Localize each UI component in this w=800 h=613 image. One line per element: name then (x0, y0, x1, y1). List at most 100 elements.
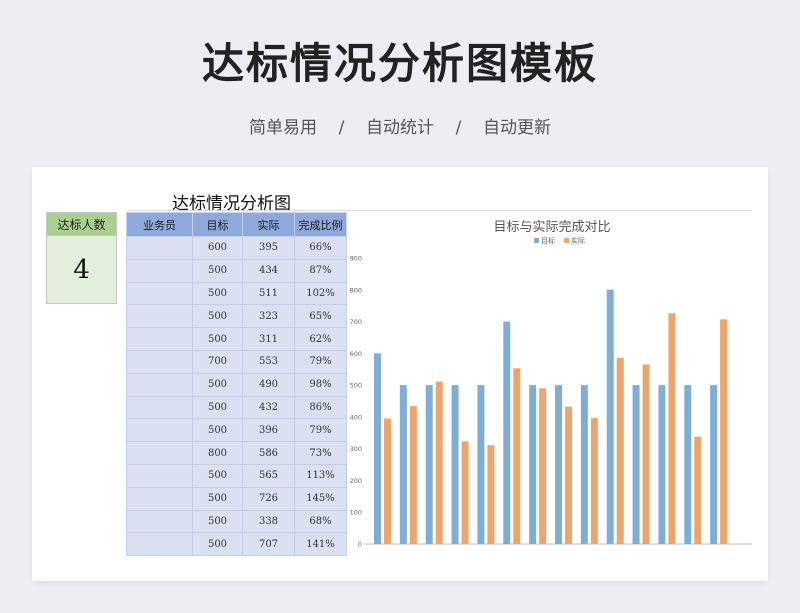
subtitle-item-1: 简单易用 (249, 118, 318, 138)
cell-actual[interactable]: 553 (242, 349, 295, 374)
cell-target[interactable]: 600 (192, 236, 243, 260)
y-tick-label: 200 (350, 477, 362, 485)
cell-actual[interactable]: 434 (242, 258, 295, 283)
cell-completion-ratio[interactable]: 145% (294, 486, 347, 511)
cell-completion-ratio[interactable]: 73% (294, 441, 347, 465)
cell-actual[interactable]: 565 (242, 463, 295, 488)
bar-actual (384, 418, 391, 544)
cell-actual[interactable]: 396 (242, 418, 295, 443)
cell-completion-ratio[interactable]: 68% (294, 509, 347, 534)
legend-label-1: 实际 (571, 236, 585, 245)
cell-target[interactable]: 500 (192, 418, 243, 443)
bar-target (632, 385, 640, 544)
qualified-count-label: 达标人数 (46, 212, 117, 236)
cell-actual[interactable]: 726 (242, 486, 295, 511)
cell-target[interactable]: 500 (192, 509, 243, 534)
cell-completion-ratio[interactable]: 102% (294, 281, 347, 306)
cell-salesperson[interactable] (126, 349, 193, 374)
cell-salesperson[interactable] (126, 372, 193, 397)
bar-actual (487, 445, 495, 544)
cell-salesperson[interactable] (126, 281, 193, 306)
data-table: 业务员 目标 实际 完成比例 600 395 66% 500 434 87% 500 511 1… (126, 212, 347, 557)
y-tick-label: 800 (350, 286, 362, 294)
y-tick-label: 500 (350, 382, 362, 390)
bar-target (606, 289, 614, 544)
cell-actual[interactable]: 395 (242, 236, 295, 260)
cell-target[interactable]: 800 (192, 441, 243, 465)
cell-completion-ratio[interactable]: 79% (294, 418, 347, 443)
cell-completion-ratio[interactable]: 62% (294, 327, 347, 351)
header-completion-ratio[interactable]: 完成比例 (294, 212, 347, 237)
cell-salesperson[interactable] (126, 327, 193, 351)
bar-actual (539, 388, 547, 544)
bar-actual (435, 381, 443, 544)
cell-actual[interactable]: 311 (242, 327, 295, 351)
cell-target[interactable]: 500 (192, 395, 243, 420)
cell-actual[interactable]: 490 (242, 372, 295, 397)
page-title: 达标情况分析图模板 (201, 39, 598, 88)
cell-actual[interactable]: 338 (242, 509, 295, 534)
cell-completion-ratio[interactable]: 79% (294, 349, 347, 374)
bar-target (374, 353, 381, 544)
table-header-row: 业务员 目标 实际 完成比例 (126, 212, 347, 237)
cell-target[interactable]: 500 (192, 532, 243, 557)
header-salesperson[interactable]: 业务员 (126, 212, 193, 237)
cell-completion-ratio[interactable]: 141% (294, 532, 347, 557)
y-tick-label: 700 (350, 318, 362, 326)
cell-actual[interactable]: 323 (242, 304, 295, 329)
bar-actual (590, 418, 598, 544)
header-actual[interactable]: 实际 (242, 212, 295, 237)
qualified-count-value[interactable]: 4 (46, 236, 117, 304)
cell-salesperson[interactable] (126, 441, 193, 465)
cell-target[interactable]: 500 (192, 463, 243, 488)
bar-target (477, 385, 485, 544)
cell-target[interactable]: 500 (192, 372, 243, 397)
cell-completion-ratio[interactable]: 98% (294, 372, 347, 397)
cell-target[interactable]: 500 (192, 304, 243, 329)
cell-salesperson[interactable] (126, 304, 193, 329)
table-row: 500 490 98% (126, 372, 347, 397)
table-row: 500 396 79% (126, 418, 347, 443)
cell-actual[interactable]: 432 (242, 395, 295, 420)
cell-completion-ratio[interactable]: 86% (294, 395, 347, 420)
bar-target (710, 385, 718, 544)
subtitle-separator-1: / (338, 118, 345, 138)
cell-salesperson[interactable] (126, 463, 193, 488)
subtitle-item-3: 自动更新 (482, 118, 551, 138)
table-row: 500 432 86% (126, 395, 347, 420)
bar-target (529, 385, 537, 544)
cell-salesperson[interactable] (126, 236, 193, 260)
cell-target[interactable]: 700 (192, 349, 243, 374)
cell-target[interactable]: 500 (192, 281, 243, 306)
cell-salesperson[interactable] (126, 532, 193, 557)
header-target[interactable]: 目标 (192, 212, 243, 237)
cell-salesperson[interactable] (126, 509, 193, 534)
subtitle-item-2: 自动统计 (366, 118, 434, 138)
bar-target (451, 385, 459, 544)
bar-actual (642, 364, 650, 544)
cell-completion-ratio[interactable]: 87% (294, 258, 347, 283)
cell-actual[interactable]: 707 (242, 532, 295, 557)
y-tick-label: 400 (350, 413, 362, 421)
table-row: 500 511 102% (126, 281, 347, 306)
cell-completion-ratio[interactable]: 66% (294, 236, 347, 260)
cell-salesperson[interactable] (126, 486, 193, 511)
bar-actual (616, 357, 624, 544)
page-subtitle: 简单易用 / 自动统计 / 自动更新 (0, 113, 800, 138)
spreadsheet-preview: 达标情况分析图 达标人数 4 业务员 目标 实际 完成比例 600 395 66% 5… (32, 167, 768, 581)
bar-target (399, 385, 407, 544)
cell-completion-ratio[interactable]: 65% (294, 304, 347, 329)
cell-completion-ratio[interactable]: 113% (294, 463, 347, 488)
cell-target[interactable]: 500 (192, 486, 243, 511)
cell-salesperson[interactable] (126, 395, 193, 420)
cell-target[interactable]: 500 (192, 327, 243, 351)
cell-target[interactable]: 500 (192, 258, 243, 283)
bar-actual (720, 319, 728, 544)
cell-salesperson[interactable] (126, 258, 193, 283)
y-tick-label: 300 (350, 445, 362, 453)
cell-salesperson[interactable] (126, 418, 193, 443)
legend-swatch-1 (564, 238, 569, 243)
cell-actual[interactable]: 586 (242, 441, 295, 465)
cell-actual[interactable]: 511 (242, 281, 295, 306)
qualified-count-box: 达标人数 4 (46, 212, 117, 304)
